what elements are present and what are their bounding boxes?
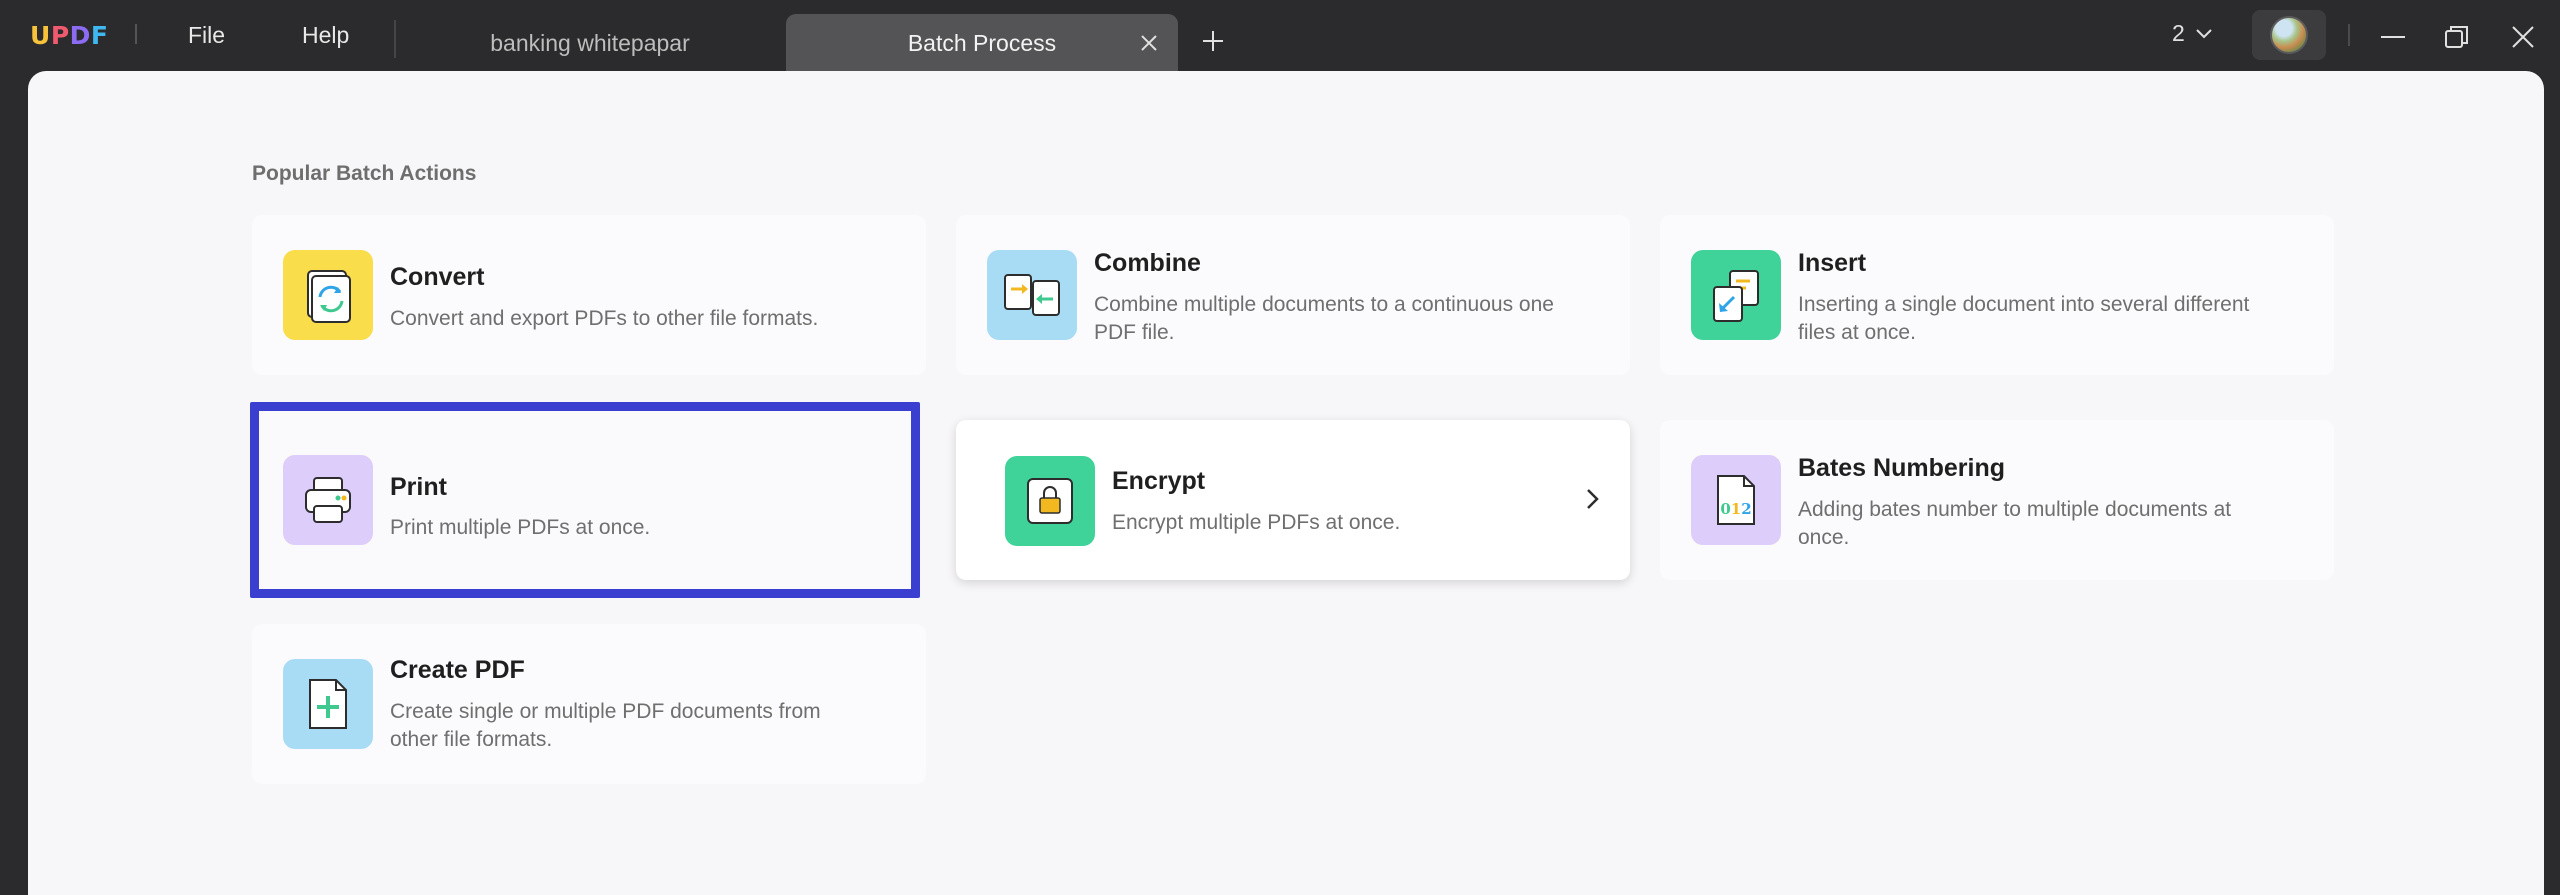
card-title: Print [390,473,447,501]
card-title: Bates Numbering [1798,454,2005,482]
card-title: Convert [390,263,485,291]
bates-icon: 012 [1691,455,1781,545]
combine-icon [987,250,1077,340]
card-create-pdf[interactable]: Create PDF Create single or multiple PDF… [252,624,926,784]
card-bates-numbering[interactable]: 012 Bates Numbering Adding bates number … [1660,420,2334,580]
tab-batch-process[interactable]: Batch Process [786,14,1178,72]
close-window-icon[interactable] [2510,24,2536,50]
card-title: Encrypt [1112,467,1206,495]
close-icon[interactable] [1140,34,1158,52]
menu-help[interactable]: Help [302,22,349,49]
card-description: Combine multiple documents to a continuo… [1094,293,1554,344]
card-title: Insert [1798,249,1867,277]
page-count-value: 2 [2172,20,2185,46]
card-description: Encrypt multiple PDFs at once. [1112,511,1401,534]
divider [394,20,396,58]
tab-label: banking whitepapar [490,30,690,56]
card-title: Create PDF [390,656,525,684]
card-print[interactable]: Print Print multiple PDFs at once. [250,402,920,598]
convert-icon [283,250,373,340]
card-description: Print multiple PDFs at once. [390,516,651,539]
title-bar: UPDF File Help banking whitepapar Batch … [0,0,2560,72]
card-description: Create single or multiple PDF documents … [390,700,821,751]
card-title: Combine [1094,249,1201,277]
card-insert[interactable]: Insert Inserting a single document into … [1660,215,2334,375]
card-combine[interactable]: Combine Combine multiple documents to a … [956,215,1630,375]
card-convert[interactable]: Convert Convert and export PDFs to other… [252,215,926,375]
minimize-icon[interactable] [2380,24,2406,50]
svg-text:012: 012 [1720,500,1751,518]
card-description: Convert and export PDFs to other file fo… [390,307,819,330]
card-encrypt[interactable]: Encrypt Encrypt multiple PDFs at once. [956,420,1630,580]
print-icon [283,455,373,545]
chevron-down-icon [2196,28,2212,38]
insert-icon [1691,250,1781,340]
page-count-dropdown[interactable]: 2 [2172,20,2213,47]
plus-icon[interactable] [1202,30,1224,52]
create-pdf-icon [283,659,373,749]
card-description: Inserting a single document into several… [1798,293,2250,344]
avatar [2270,16,2308,54]
divider [135,24,137,44]
restore-icon[interactable] [2444,24,2470,50]
tab-label: Batch Process [907,30,1057,56]
account-button[interactable] [2252,10,2326,60]
menu-file[interactable]: File [188,22,225,49]
chevron-right-icon [1587,489,1599,509]
divider [2348,24,2350,46]
tab-banking-whitepapar[interactable]: banking whitepapar [400,14,780,72]
card-description: Adding bates number to multiple document… [1798,498,2232,549]
updf-logo[interactable]: UPDF [30,21,108,50]
section-title: Popular Batch Actions [252,162,477,185]
lock-icon [1005,456,1095,546]
